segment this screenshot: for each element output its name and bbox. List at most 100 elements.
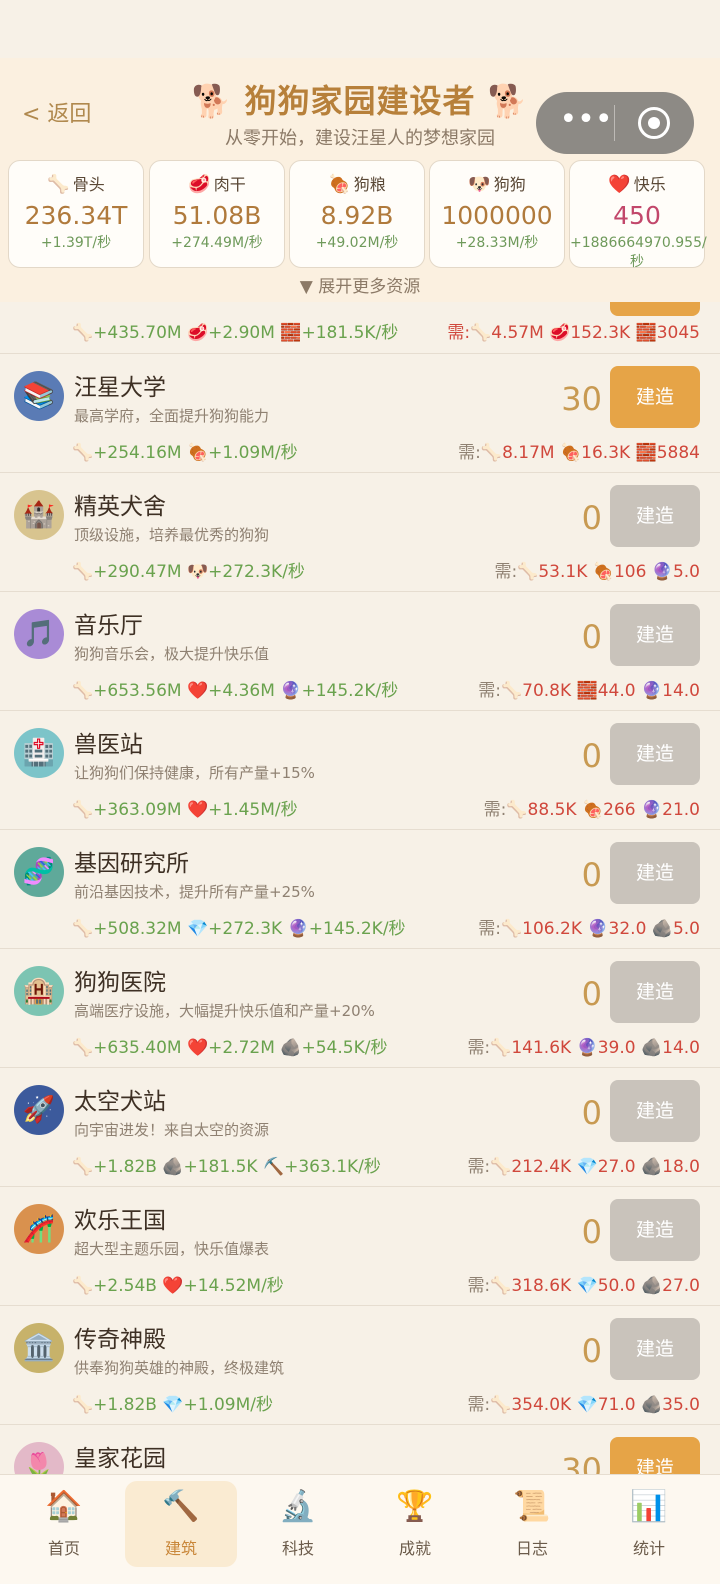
build-button[interactable]: 建造 bbox=[610, 842, 700, 904]
cost-prefix: 需: bbox=[478, 919, 501, 939]
cost-text: 需:🦴318.6K 💎50.0 🪨27.0 bbox=[467, 1271, 700, 1296]
tab-label: 科技 bbox=[281, 1539, 314, 1558]
tab-label: 成就 bbox=[398, 1539, 431, 1558]
building-count: 0 bbox=[581, 1332, 602, 1370]
building-count: 0 bbox=[581, 499, 602, 537]
build-button[interactable]: 建造 bbox=[610, 1199, 700, 1261]
list-item: 📚 汪星大学 最高学府，全面提升狗狗能力 🦴+254.16M 🍖+1.09M/秒 需:🦴… bbox=[0, 354, 720, 473]
building-description: 供奉狗狗英雄的神殿，终极建筑 bbox=[74, 1359, 285, 1377]
more-menu-icon[interactable]: ••• bbox=[556, 102, 616, 142]
building-icon: 🎵 bbox=[14, 609, 64, 659]
resource-value: 1000000 bbox=[441, 201, 553, 230]
building-name: 基因研究所 bbox=[74, 851, 189, 877]
production-text: 🦴+363.09M ❤️+1.45M/秒 bbox=[72, 800, 298, 820]
building-name: 狗狗医院 bbox=[74, 970, 166, 996]
cost-values: 🦴354.0K 💎71.0 🪨35.0 bbox=[490, 1395, 700, 1415]
list-item: 🎵 音乐厅 狗狗音乐会，极大提升快乐值 🦴+653.56M ❤️+4.36M 🔮+14… bbox=[0, 592, 720, 711]
resource-name: 狗狗 bbox=[493, 175, 526, 194]
resource-name: 狗粮 bbox=[353, 175, 386, 194]
close-target-icon[interactable] bbox=[638, 107, 670, 139]
building-count: 30 bbox=[561, 1451, 602, 1474]
tab-icon: 🏆 bbox=[396, 1489, 434, 1524]
resource-icon: ❤️ bbox=[608, 174, 631, 195]
building-description: 高端医疗设施，大幅提升快乐值和产量+20% bbox=[74, 1002, 375, 1020]
resource-value: 236.34T bbox=[24, 201, 128, 230]
list-item: 🏥 兽医站 让狗狗们保持健康，所有产量+15% 🦴+363.09M ❤️+1.45M/… bbox=[0, 711, 720, 830]
build-button[interactable]: 建造 bbox=[610, 961, 700, 1023]
tab-3[interactable]: 🏆 成就 bbox=[359, 1481, 471, 1567]
cost-prefix: 需: bbox=[478, 681, 501, 701]
cost-text: 需:🦴8.17M 🍖16.3K 🧱5884 bbox=[458, 438, 700, 463]
tab-icon: 🔬 bbox=[279, 1489, 317, 1524]
cost-values: 🦴8.17M 🍖16.3K 🧱5884 bbox=[480, 443, 700, 463]
build-button[interactable] bbox=[610, 302, 700, 316]
list-item: 🏛️ 传奇神殿 供奉狗狗英雄的神殿，终极建筑 🦴+1.82B 💎+1.09M/秒 需:🦴… bbox=[0, 1306, 720, 1425]
building-icon: 📚 bbox=[14, 371, 64, 421]
building-name: 传奇神殿 bbox=[74, 1327, 166, 1353]
tab-icon: 📊 bbox=[630, 1489, 668, 1524]
tab-label: 建筑 bbox=[164, 1539, 197, 1558]
list-item: 🏨 狗狗医院高端医疗设施，大幅提升快乐值和产量+20% 🦴+635.40M ❤️+2… bbox=[0, 949, 720, 1068]
build-button[interactable]: 建造 bbox=[610, 723, 700, 785]
production-text: 🦴+635.40M ❤️+2.72M 🪨+54.5K/秒 bbox=[72, 1038, 388, 1058]
building-description: 顶级设施，培养最优秀的狗狗 bbox=[74, 526, 270, 544]
tab-2[interactable]: 🔬 科技 bbox=[242, 1481, 354, 1567]
resource-label: 🍖 狗粮 bbox=[290, 171, 424, 195]
resource-card-2: 🍖 狗粮 8.92B +49.02M/秒 bbox=[289, 160, 425, 268]
production-text: 🦴+1.82B 🪨+181.5K ⛏️+363.1K/秒 bbox=[72, 1157, 381, 1177]
cost-values: 🦴106.2K 🔮32.0 🪨5.0 bbox=[500, 919, 700, 939]
cost-prefix: 需: bbox=[483, 800, 507, 820]
list-item: 🚀 太空犬站 向宇宙进发！来自太空的资源 🦴+1.82B 🪨+181.5K ⛏️+36… bbox=[0, 1068, 720, 1187]
resource-rate: +274.49M/秒 bbox=[171, 235, 263, 251]
resource-name: 骨头 bbox=[72, 175, 105, 194]
tab-1[interactable]: 🔨 建筑 bbox=[125, 1481, 237, 1567]
mini-program-capsule: ••• bbox=[536, 92, 694, 154]
list-item: 🦴+435.70M 🥩+2.90M 🧱+181.5K/秒 需:🦴4.57M 🥩1… bbox=[0, 302, 720, 354]
list-item: 🌷 皇家花园 30 建造 bbox=[0, 1425, 720, 1474]
resource-name: 肉干 bbox=[213, 175, 246, 194]
build-button[interactable]: 建造 bbox=[610, 1318, 700, 1380]
resource-rate: +1.39T/秒 bbox=[40, 235, 112, 251]
building-icon: 🧬 bbox=[14, 847, 64, 897]
cost-prefix: 需: bbox=[467, 1157, 491, 1177]
building-icon: 🏨 bbox=[14, 966, 64, 1016]
bottom-tab-bar: 🏠 首页 🔨 建筑 🔬 科技 🏆 成就 📜 日志 📊 统计 bbox=[0, 1474, 720, 1584]
build-button[interactable]: 建造 bbox=[610, 604, 700, 666]
building-icon: 🎢 bbox=[14, 1204, 64, 1254]
cost-prefix: 需: bbox=[494, 562, 518, 582]
production-text: 🦴+1.82B 💎+1.09M/秒 bbox=[72, 1395, 273, 1415]
resource-rate: +1886664970.955/秒 bbox=[570, 235, 707, 270]
building-name: 汪星大学 bbox=[74, 375, 166, 401]
production-text: 🦴+254.16M 🍖+1.09M/秒 bbox=[72, 443, 298, 463]
expand-resources-button[interactable]: ▼ 展开更多资源 bbox=[0, 272, 720, 297]
tab-label: 首页 bbox=[47, 1539, 80, 1558]
cost-prefix: 需: bbox=[458, 443, 481, 463]
building-count: 0 bbox=[581, 1094, 602, 1132]
build-button[interactable]: 建造 bbox=[610, 366, 700, 428]
resource-rate: +28.33M/秒 bbox=[455, 235, 539, 251]
production-text: 🦴+2.54B ❤️+14.52M/秒 bbox=[72, 1276, 284, 1296]
tab-0[interactable]: 🏠 首页 bbox=[8, 1481, 120, 1567]
build-button[interactable]: 建造 bbox=[610, 1437, 700, 1474]
building-description: 超大型主题乐园，快乐值爆表 bbox=[74, 1240, 270, 1258]
building-icon: 🏥 bbox=[14, 728, 64, 778]
cost-text: 需:🦴141.6K 🔮39.0 🪨14.0 bbox=[467, 1033, 700, 1058]
building-description: 让狗狗们保持健康，所有产量+15% bbox=[74, 764, 315, 782]
building-list: 🦴+435.70M 🥩+2.90M 🧱+181.5K/秒 需:🦴4.57M 🥩1… bbox=[0, 302, 720, 1474]
building-icon: 🌷 bbox=[14, 1442, 64, 1474]
resource-label: ❤️ 快乐 bbox=[570, 171, 704, 195]
tab-4[interactable]: 📜 日志 bbox=[476, 1481, 588, 1567]
cost-values: 🦴318.6K 💎50.0 🪨27.0 bbox=[490, 1276, 700, 1296]
capsule-divider bbox=[614, 105, 615, 141]
building-name: 精英犬舍 bbox=[74, 494, 166, 520]
cost-text: 需:🦴212.4K 💎27.0 🪨18.0 bbox=[467, 1152, 700, 1177]
build-button[interactable]: 建造 bbox=[610, 485, 700, 547]
tab-icon: 📜 bbox=[513, 1489, 551, 1524]
resource-label: 🦴 骨头 bbox=[9, 171, 143, 195]
cost-text: 需:🦴53.1K 🍖106 🔮5.0 bbox=[494, 557, 700, 582]
resource-name: 快乐 bbox=[633, 175, 666, 194]
build-button[interactable]: 建造 bbox=[610, 1080, 700, 1142]
building-name: 皇家花园 bbox=[74, 1446, 166, 1472]
tab-icon: 🔨 bbox=[162, 1489, 200, 1524]
tab-5[interactable]: 📊 统计 bbox=[593, 1481, 705, 1567]
